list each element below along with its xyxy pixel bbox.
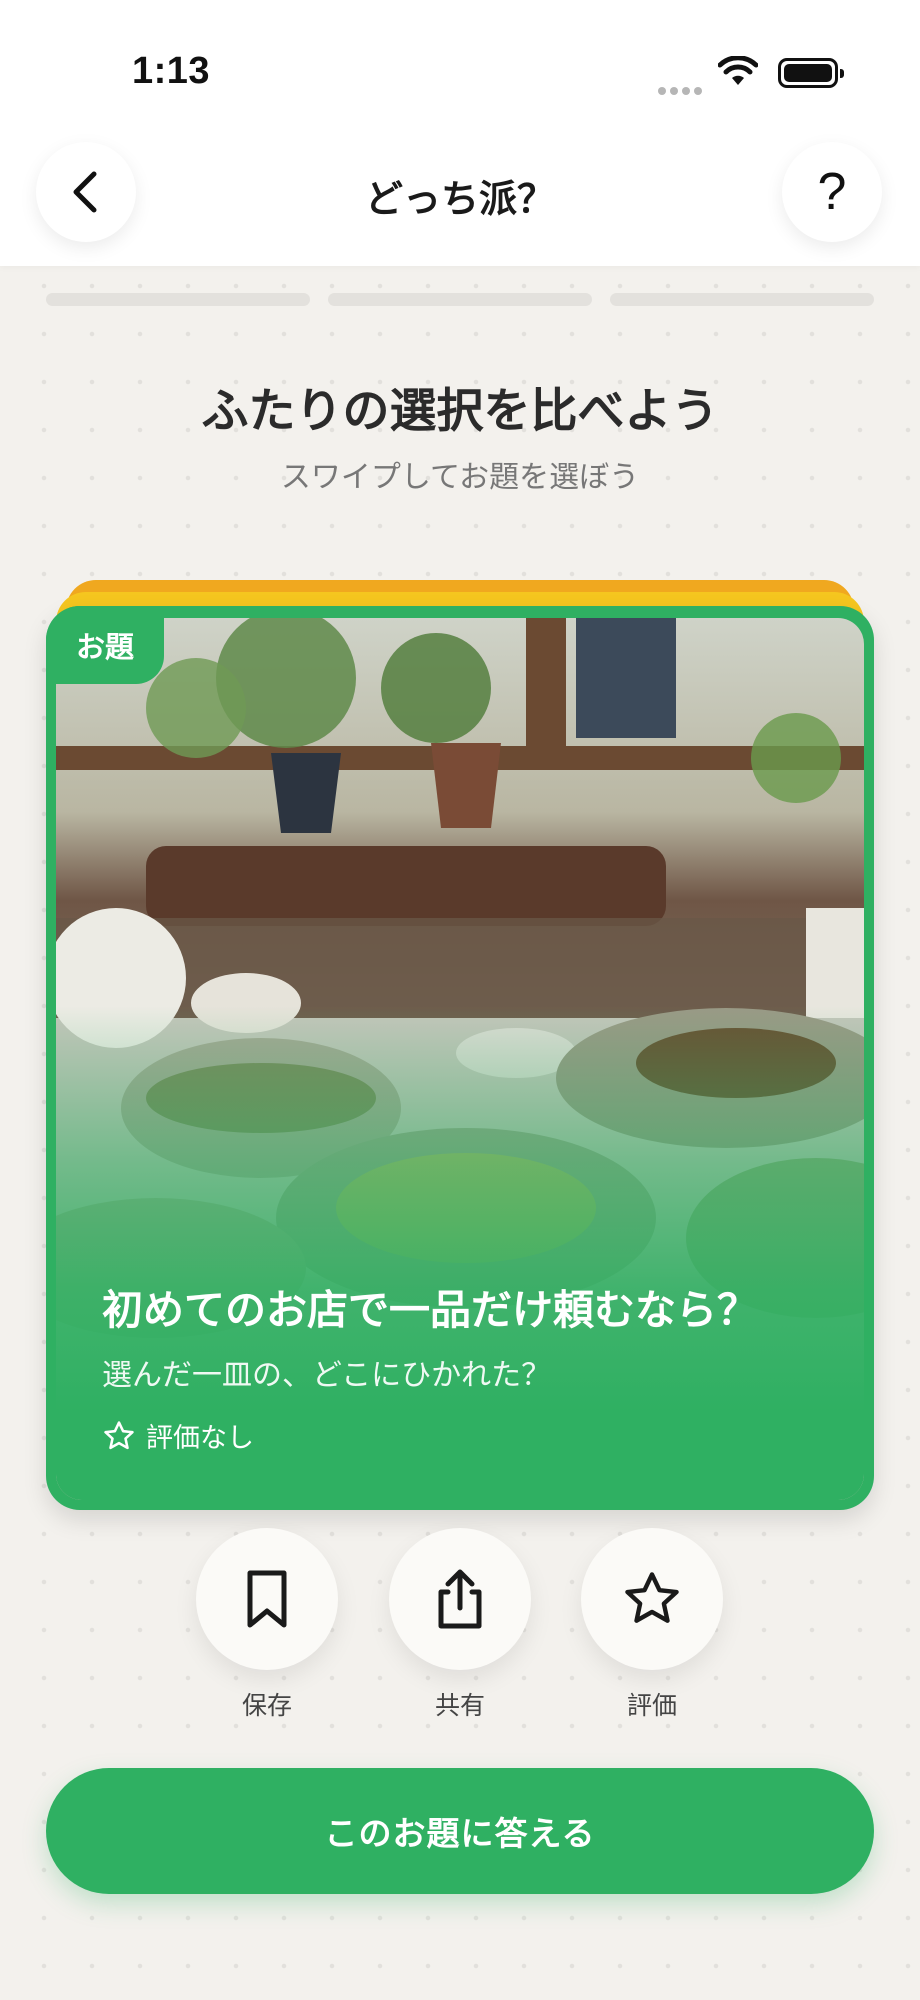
- topic-tag: お題: [46, 606, 164, 684]
- wifi-icon: [718, 56, 758, 85]
- save-label: 保存: [241, 1691, 292, 1720]
- intro-title: ふたりの選択を比べよう: [201, 384, 719, 439]
- rating-status: 評価なし: [102, 1416, 254, 1455]
- top-bar: 1:13 どっち派？ ?: [0, 0, 920, 266]
- status-time: 1:13: [132, 50, 211, 92]
- topic-subtitle: 選んだ一皿の、どこにひかれた？: [102, 1358, 552, 1393]
- share-button[interactable]: [389, 1528, 531, 1670]
- battery-icon: [778, 58, 844, 88]
- star-outline-icon: [104, 1420, 134, 1449]
- rate-button[interactable]: [581, 1528, 723, 1670]
- cellular-signal-icon: [658, 80, 706, 95]
- rating-label: 評価なし: [146, 1423, 254, 1454]
- star-icon: [625, 1572, 679, 1623]
- save-button[interactable]: [196, 1528, 338, 1670]
- rate-label: 評価: [626, 1691, 677, 1720]
- question-mark-icon: ?: [817, 163, 847, 221]
- progress-segment-2: [328, 293, 592, 306]
- intro-subtitle: スワイプしてお題を選ぼう: [280, 460, 640, 495]
- progress-segment-1: [46, 293, 310, 306]
- answer-topic-button[interactable]: このお題に答える: [46, 1768, 874, 1894]
- share-icon: [438, 1569, 482, 1629]
- bookmark-icon: [247, 1570, 287, 1628]
- save-action[interactable]: 保存: [196, 1528, 338, 1722]
- topic-card[interactable]: お題 初めてのお店で一品だけ頼むなら？ 選んだ一皿の、どこにひかれた？ 評価なし: [46, 606, 874, 1510]
- rate-action[interactable]: 評価: [581, 1528, 723, 1722]
- help-button[interactable]: ?: [782, 142, 882, 242]
- progress-segment-3: [610, 293, 874, 306]
- share-action[interactable]: 共有: [389, 1528, 531, 1722]
- share-label: 共有: [434, 1691, 485, 1720]
- topic-title: 初めてのお店で一品だけ頼むなら？: [102, 1286, 758, 1334]
